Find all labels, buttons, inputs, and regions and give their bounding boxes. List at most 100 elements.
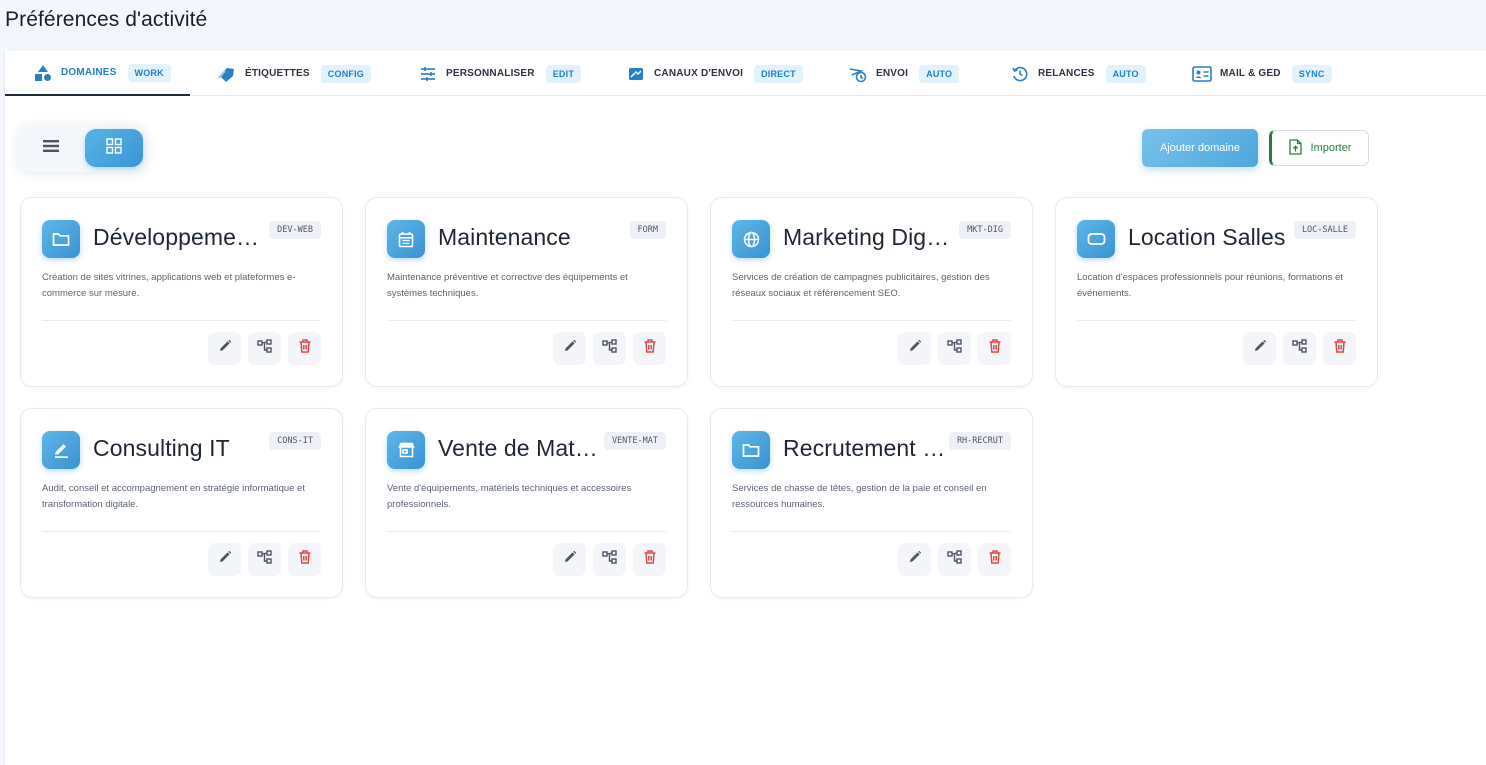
page-title: Préférences d'activité bbox=[5, 8, 208, 31]
hierarchy-icon bbox=[602, 339, 617, 358]
delete-button[interactable] bbox=[288, 543, 321, 576]
import-button[interactable]: Importer bbox=[1269, 130, 1369, 166]
tab-label: Domaines bbox=[61, 67, 117, 78]
tab-relances[interactable]: Relances AUTO bbox=[1010, 51, 1146, 96]
trash-icon bbox=[299, 339, 311, 358]
tab-bar: Domaines WORK Étiquettes CONFIG Personna… bbox=[5, 51, 1486, 96]
domain-code-badge: FORM bbox=[629, 221, 666, 239]
tab-envoi[interactable]: Envoi AUTO bbox=[848, 51, 960, 96]
domain-title: Location Salles bbox=[1128, 224, 1286, 250]
page-header: Préférences d'activité bbox=[0, 0, 1486, 51]
card-actions bbox=[553, 543, 666, 576]
tab-badge: CONFIG bbox=[320, 64, 371, 83]
delete-button[interactable] bbox=[633, 332, 666, 365]
domain-title: Marketing Digital bbox=[783, 224, 951, 250]
hierarchy-button[interactable] bbox=[1283, 332, 1316, 365]
import-label: Importer bbox=[1310, 142, 1352, 154]
domain-description: Audit, conseil et accompagnement en stra… bbox=[42, 483, 305, 510]
pencil-icon bbox=[908, 339, 922, 358]
domain-code-badge: LOC-SALLE bbox=[1293, 221, 1356, 239]
trash-icon bbox=[989, 339, 1001, 358]
hierarchy-icon bbox=[602, 550, 617, 569]
folder-icon bbox=[732, 431, 770, 469]
delete-button[interactable] bbox=[978, 543, 1011, 576]
domain-title: Développement Web bbox=[93, 224, 261, 250]
tab-etiquettes[interactable]: Étiquettes CONFIG bbox=[217, 51, 371, 96]
calendar-icon bbox=[387, 220, 425, 258]
card-divider bbox=[732, 531, 1011, 532]
domain-description: Services de chasse de têtes, gestion de … bbox=[732, 483, 987, 510]
tab-label: Mail & GED bbox=[1220, 68, 1281, 79]
domain-card-vente-mat[interactable]: Vente de Matériel VENTE-MAT Vente d'équi… bbox=[365, 408, 688, 598]
delete-button[interactable] bbox=[633, 543, 666, 576]
trash-icon bbox=[989, 550, 1001, 569]
rounded-rect-icon bbox=[1077, 220, 1115, 258]
card-actions bbox=[898, 543, 1011, 576]
trash-icon bbox=[644, 339, 656, 358]
domain-card-rh-recrut[interactable]: Recrutement RH RH-RECRUT Services de cha… bbox=[710, 408, 1033, 598]
pencil-icon bbox=[563, 550, 577, 569]
tab-label: Personnaliser bbox=[446, 68, 535, 79]
card-divider bbox=[387, 531, 666, 532]
tab-badge: AUTO bbox=[919, 64, 960, 83]
card-actions bbox=[208, 332, 321, 365]
edit-button[interactable] bbox=[898, 332, 931, 365]
tab-badge: WORK bbox=[127, 63, 171, 82]
domain-card-mkt-dig[interactable]: Marketing Digital MKT-DIG Services de cr… bbox=[710, 197, 1033, 387]
hierarchy-icon bbox=[1292, 339, 1307, 358]
tab-personnaliser[interactable]: Personnaliser EDIT bbox=[418, 51, 582, 96]
tab-badge: AUTO bbox=[1105, 64, 1146, 83]
delete-button[interactable] bbox=[288, 332, 321, 365]
card-divider bbox=[42, 320, 321, 321]
pencil-icon bbox=[218, 339, 232, 358]
domain-card-dev-web[interactable]: Développement Web DEV-WEB Création de si… bbox=[20, 197, 343, 387]
tab-mail-ged[interactable]: Mail & GED SYNC bbox=[1192, 51, 1332, 96]
tab-label: Relances bbox=[1038, 68, 1095, 79]
grid-icon bbox=[106, 137, 122, 159]
hierarchy-button[interactable] bbox=[248, 543, 281, 576]
pencil-icon bbox=[563, 339, 577, 358]
domain-title: Vente de Matériel bbox=[438, 435, 606, 461]
tab-canaux-envoi[interactable]: Canaux d'envoi DIRECT bbox=[626, 51, 803, 96]
domain-title: Recrutement RH bbox=[783, 435, 951, 461]
sliders-icon bbox=[418, 64, 438, 84]
domain-card-form[interactable]: Maintenance FORM Maintenance préventive … bbox=[365, 197, 688, 387]
tab-badge: SYNC bbox=[1291, 64, 1332, 83]
hierarchy-button[interactable] bbox=[248, 332, 281, 365]
domain-title: Consulting IT bbox=[93, 435, 230, 461]
add-domain-button[interactable]: Ajouter domaine bbox=[1142, 129, 1258, 167]
hierarchy-button[interactable] bbox=[938, 543, 971, 576]
domain-card-loc-salle[interactable]: Location Salles LOC-SALLE Location d'esp… bbox=[1055, 197, 1378, 387]
folder-icon bbox=[42, 220, 80, 258]
domain-code-badge: MKT-DIG bbox=[959, 221, 1011, 239]
card-divider bbox=[732, 320, 1011, 321]
hierarchy-button[interactable] bbox=[593, 543, 626, 576]
domain-description: Vente d'équipements, matériels technique… bbox=[387, 483, 632, 510]
edit-button[interactable] bbox=[208, 543, 241, 576]
card-actions bbox=[553, 332, 666, 365]
hierarchy-button[interactable] bbox=[938, 332, 971, 365]
list-view-button[interactable] bbox=[22, 129, 80, 167]
view-toggle bbox=[17, 124, 147, 172]
hierarchy-icon bbox=[257, 339, 272, 358]
card-actions bbox=[898, 332, 1011, 365]
card-divider bbox=[1077, 320, 1356, 321]
domain-card-cons-it[interactable]: Consulting IT CONS-IT Audit, conseil et … bbox=[20, 408, 343, 598]
grid-view-button[interactable] bbox=[85, 129, 143, 167]
left-edge bbox=[0, 51, 5, 765]
delete-button[interactable] bbox=[1323, 332, 1356, 365]
card-divider bbox=[387, 320, 666, 321]
tab-domaines[interactable]: Domaines WORK bbox=[5, 51, 190, 96]
edit-button[interactable] bbox=[553, 543, 586, 576]
edit-button[interactable] bbox=[898, 543, 931, 576]
trash-icon bbox=[644, 550, 656, 569]
card-actions bbox=[208, 543, 321, 576]
hierarchy-icon bbox=[947, 339, 962, 358]
hierarchy-button[interactable] bbox=[593, 332, 626, 365]
tab-badge: DIRECT bbox=[754, 64, 803, 83]
edit-button[interactable] bbox=[1243, 332, 1276, 365]
edit-button[interactable] bbox=[553, 332, 586, 365]
edit-button[interactable] bbox=[208, 332, 241, 365]
edit-pen-icon bbox=[42, 431, 80, 469]
delete-button[interactable] bbox=[978, 332, 1011, 365]
